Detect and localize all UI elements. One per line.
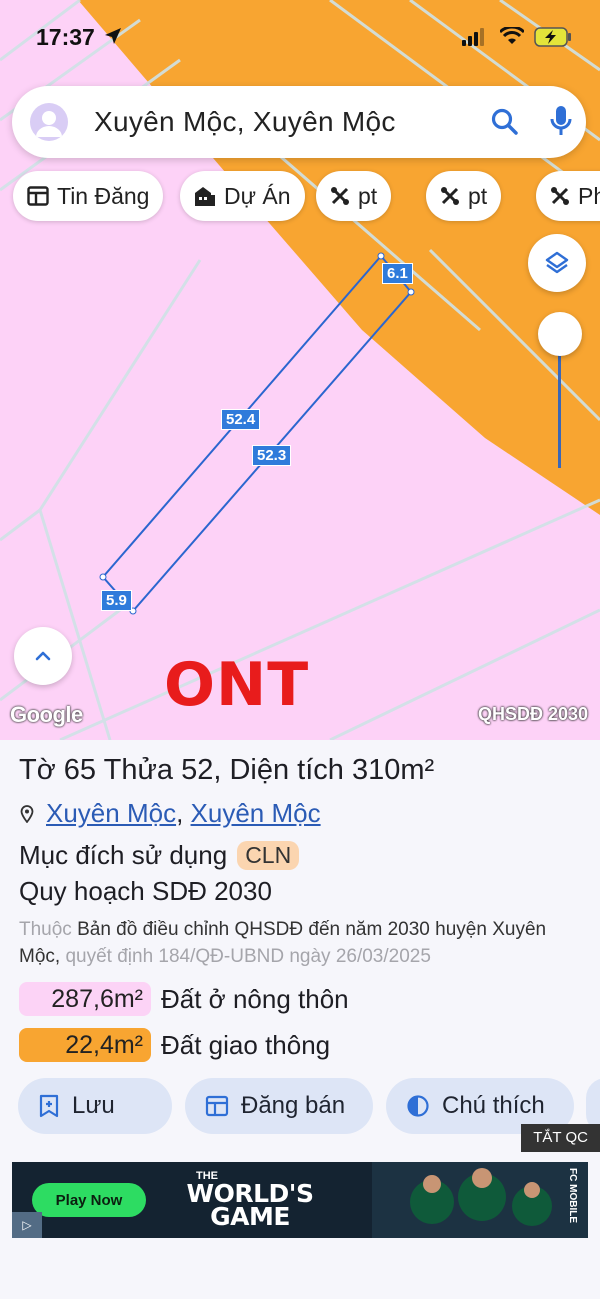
parcel-info-panel: Tờ 65 Thửa 52, Diện tích 310m² Xuyên Mộc… <box>0 740 600 1299</box>
avatar[interactable] <box>30 103 68 141</box>
listing-icon <box>27 186 49 206</box>
plan-title: Quy hoạch SDĐ 2030 <box>19 876 272 906</box>
bookmark-add-icon <box>39 1094 59 1118</box>
play-now-button[interactable]: Play Now <box>32 1183 146 1217</box>
parcel-area: 310m² <box>351 754 435 786</box>
area-breakdown-row: 22,4m² Đất giao thông <box>19 1028 330 1062</box>
chip-label: Dự Án <box>224 182 291 209</box>
post-for-sale-button[interactable]: Đăng bán <box>185 1078 373 1134</box>
zone-code-label: ONT <box>164 650 310 720</box>
title-separator: , <box>213 754 222 786</box>
tools-icon <box>441 187 459 205</box>
location-arrow-icon <box>105 28 121 44</box>
save-label: Lưu <box>72 1092 115 1119</box>
purpose-code-badge: CLN <box>237 841 300 870</box>
area-value-badge: 287,6m² <box>19 982 151 1016</box>
save-button[interactable]: Lưu <box>18 1078 172 1134</box>
tools-icon <box>551 187 569 205</box>
chevron-up-icon <box>35 651 51 661</box>
sheet-number: 65 <box>63 754 97 786</box>
wifi-icon <box>500 27 524 44</box>
land-use-purpose: Mục đích sử dụng CLN <box>19 840 300 871</box>
parcel-dimension-label: 52.4 <box>221 409 261 430</box>
post-for-sale-label: Đăng bán <box>241 1092 346 1119</box>
parcel-dimension-label: 6.1 <box>382 263 413 284</box>
status-bar: 17:37 <box>0 0 600 78</box>
chip-label: Ph <box>578 182 600 209</box>
purpose-label: Mục đích sử dụng <box>19 840 228 870</box>
chip-tool-2[interactable]: pt <box>426 171 502 221</box>
location-pin-icon <box>20 804 34 823</box>
plot-prefix: Thửa <box>103 754 173 786</box>
contrast-icon <box>407 1095 429 1117</box>
ad-title: WORLD'S GAME <box>186 1179 314 1231</box>
filter-chip-bar: Tin Đăng Dự Án pt pt Ph <box>0 171 600 221</box>
area-type-label: Đất giao thông <box>161 1029 331 1060</box>
cellular-signal-icon <box>462 28 484 46</box>
ad-brand: FC MOBILE <box>567 1168 578 1223</box>
ad-banner[interactable]: Play Now THE WORLD'S GAME FC MOBILE ▷ <box>12 1162 588 1238</box>
expand-panel-button[interactable] <box>14 627 72 685</box>
sheet-prefix: Tờ <box>19 754 56 786</box>
plan-description: Thuộc Bản đồ điều chỉnh QHSDĐ đến năm 20… <box>19 916 579 970</box>
tools-icon <box>331 187 349 205</box>
search-bar[interactable]: Xuyên Mộc, Xuyên Mộc <box>12 86 586 158</box>
legend-label: Chú thích <box>442 1092 545 1119</box>
layers-icon <box>545 251 569 274</box>
parcel-title: Tờ 65 Thửa 52, Diện tích 310m² <box>19 754 434 787</box>
building-icon <box>195 187 215 206</box>
area-prefix: Diện tích <box>229 754 344 786</box>
map-view[interactable]: 6.1 52.4 52.3 5.9 ONT 17:37 Xuyên Mộc, X… <box>0 0 600 740</box>
desc-prefix: Thuộc <box>19 919 72 940</box>
plot-number: 52 <box>181 754 214 786</box>
map-layer-name: QHSDĐ 2030 <box>477 704 588 724</box>
chip-projects[interactable]: Dự Án <box>180 171 305 221</box>
hide-ads-button[interactable]: TẮT QC <box>521 1124 600 1152</box>
chip-label: pt <box>358 182 378 209</box>
opacity-slider-handle[interactable] <box>538 312 582 356</box>
microphone-icon[interactable] <box>548 104 574 140</box>
layers-button[interactable] <box>528 234 586 292</box>
status-time: 17:37 <box>36 24 95 50</box>
action-bar: Lưu Đăng bán Chú thích <box>0 1078 600 1134</box>
search-input[interactable]: Xuyên Mộc, Xuyên Mộc <box>94 106 396 138</box>
area-type-label: Đất ở nông thôn <box>161 983 349 1014</box>
area-value-badge: 22,4m² <box>19 1028 151 1062</box>
chip-tool-3[interactable]: Ph <box>536 171 600 221</box>
listing-icon <box>205 1095 229 1117</box>
area-breakdown-row: 287,6m² Đất ở nông thôn <box>19 982 349 1016</box>
user-avatar-icon <box>36 111 62 137</box>
desc-decision: quyết định 184/QĐ-UBND ngày 26/03/2025 <box>65 946 431 967</box>
chip-tool-1[interactable]: pt <box>316 171 392 221</box>
district-link[interactable]: Xuyên Mộc <box>191 798 321 828</box>
ad-info-icon[interactable]: ▷ <box>12 1212 42 1238</box>
parcel-dimension-label: 52.3 <box>252 445 292 466</box>
battery-charging-icon <box>534 27 571 47</box>
chip-label: pt <box>468 182 488 209</box>
google-logo: Google <box>10 702 83 727</box>
parcel-dimension-label: 5.9 <box>101 590 132 611</box>
search-icon[interactable] <box>490 107 520 137</box>
chip-label: Tin Đăng <box>57 182 150 209</box>
chip-listings[interactable]: Tin Đăng <box>13 171 164 221</box>
parcel-location: Xuyên Mộc, Xuyên Mộc <box>20 798 321 829</box>
commune-link[interactable]: Xuyên Mộc <box>46 798 176 828</box>
